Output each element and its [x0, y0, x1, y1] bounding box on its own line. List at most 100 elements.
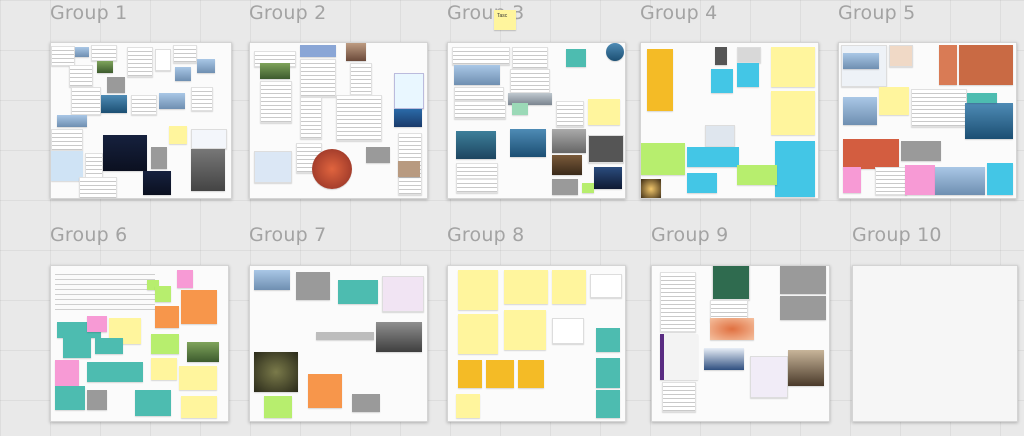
sticky-note[interactable]: [843, 167, 861, 193]
card-image[interactable]: [151, 147, 167, 169]
card-image[interactable]: [965, 103, 1013, 139]
card[interactable]: [191, 87, 213, 111]
sticky-note[interactable]: [566, 49, 586, 67]
card[interactable]: [155, 49, 171, 71]
sticky-note[interactable]: [169, 126, 187, 144]
card-image[interactable]: [456, 131, 496, 159]
card[interactable]: [350, 63, 372, 95]
sticky-note[interactable]: [458, 360, 482, 388]
sticky-note[interactable]: [181, 396, 217, 418]
card[interactable]: [712, 266, 750, 300]
sticky-note[interactable]: [55, 360, 79, 386]
card-image[interactable]: [901, 141, 941, 161]
card[interactable]: [662, 382, 696, 412]
card-image[interactable]: [159, 93, 185, 109]
sticky-note[interactable]: [987, 163, 1013, 195]
frame-group-4[interactable]: [640, 42, 819, 199]
sticky-note[interactable]: [458, 270, 498, 310]
sticky-note[interactable]: [179, 366, 217, 390]
card-image[interactable]: [705, 125, 735, 147]
card[interactable]: [911, 89, 967, 127]
card[interactable]: [71, 87, 101, 115]
card[interactable]: [552, 318, 584, 344]
card-image[interactable]: [394, 109, 422, 127]
sticky-note[interactable]: [596, 328, 620, 352]
card[interactable]: [875, 167, 907, 195]
frame-group-7[interactable]: [249, 265, 428, 422]
sticky-note[interactable]: [588, 99, 620, 125]
card-image[interactable]: [191, 149, 225, 191]
sticky-note[interactable]: [879, 87, 909, 115]
card-image[interactable]: [780, 296, 826, 320]
card-image[interactable]: [398, 161, 420, 177]
card-image[interactable]: [641, 179, 661, 198]
card-image[interactable]: [780, 266, 826, 294]
card-image[interactable]: [346, 43, 366, 61]
card[interactable]: [79, 177, 117, 198]
sticky-note[interactable]: [967, 93, 997, 103]
card[interactable]: [660, 272, 696, 332]
card-image[interactable]: [737, 47, 761, 63]
card[interactable]: [127, 47, 153, 77]
frame-group-6[interactable]: [50, 265, 229, 422]
card-image[interactable]: [366, 147, 390, 163]
card-image[interactable]: [97, 61, 113, 73]
frame-group-5[interactable]: [838, 42, 1017, 199]
card[interactable]: [254, 151, 292, 183]
card[interactable]: [173, 45, 197, 63]
card[interactable]: [660, 334, 698, 380]
card-image[interactable]: [939, 45, 957, 85]
card[interactable]: [191, 129, 227, 149]
sticky-note[interactable]: [552, 270, 586, 304]
card[interactable]: [51, 129, 83, 151]
frame-group-8[interactable]: [447, 265, 626, 422]
card[interactable]: [338, 280, 378, 304]
card-image[interactable]: [260, 63, 290, 79]
sticky-note[interactable]: [458, 314, 498, 354]
sticky-note[interactable]: [55, 386, 85, 410]
card[interactable]: [51, 46, 75, 66]
sticky-note[interactable]: [711, 69, 733, 93]
card-image[interactable]: [352, 394, 380, 412]
frame-title-group-4[interactable]: Group 4: [640, 2, 717, 24]
sticky-note[interactable]: [155, 286, 171, 302]
card-image[interactable]: [715, 47, 727, 65]
card[interactable]: [556, 101, 584, 127]
card-image[interactable]: [454, 65, 500, 85]
sticky-note[interactable]: [512, 103, 528, 115]
frame-title-group-5[interactable]: Group 5: [838, 2, 915, 24]
card-image[interactable]: [103, 135, 147, 171]
card[interactable]: [316, 332, 374, 340]
card-image[interactable]: [101, 95, 127, 113]
card-image[interactable]: [57, 115, 87, 127]
card-image[interactable]: [552, 129, 586, 153]
frame-group-2[interactable]: [249, 42, 428, 199]
sticky-note[interactable]: [737, 63, 759, 87]
sticky-note[interactable]: [518, 360, 544, 388]
frame-title-group-6[interactable]: Group 6: [50, 224, 127, 246]
card[interactable]: [300, 59, 336, 97]
sticky-note[interactable]: [264, 396, 292, 418]
sticky-note[interactable]: [155, 306, 179, 328]
sticky-note[interactable]: [771, 47, 815, 87]
sticky-note[interactable]: [63, 336, 91, 358]
card-image[interactable]: [959, 45, 1013, 85]
card-image[interactable]: [75, 47, 89, 57]
sticky-note[interactable]: [504, 310, 546, 350]
sticky-note[interactable]: [737, 165, 777, 185]
sticky-note[interactable]: [775, 141, 815, 197]
sticky-note[interactable]: [771, 91, 815, 135]
sticky-note[interactable]: [504, 270, 548, 304]
floating-sticky-note[interactable]: Tasc: [494, 10, 516, 30]
card[interactable]: [91, 45, 117, 61]
card-image[interactable]: [510, 129, 546, 157]
card[interactable]: [300, 97, 322, 139]
frame-group-3[interactable]: [447, 42, 626, 199]
card-image[interactable]: [254, 270, 290, 290]
card-image[interactable]: [606, 43, 624, 61]
frame-title-group-2[interactable]: Group 2: [249, 2, 326, 24]
card[interactable]: [260, 81, 292, 123]
card[interactable]: [750, 356, 788, 398]
card[interactable]: [336, 95, 382, 141]
card-image[interactable]: [187, 342, 219, 362]
